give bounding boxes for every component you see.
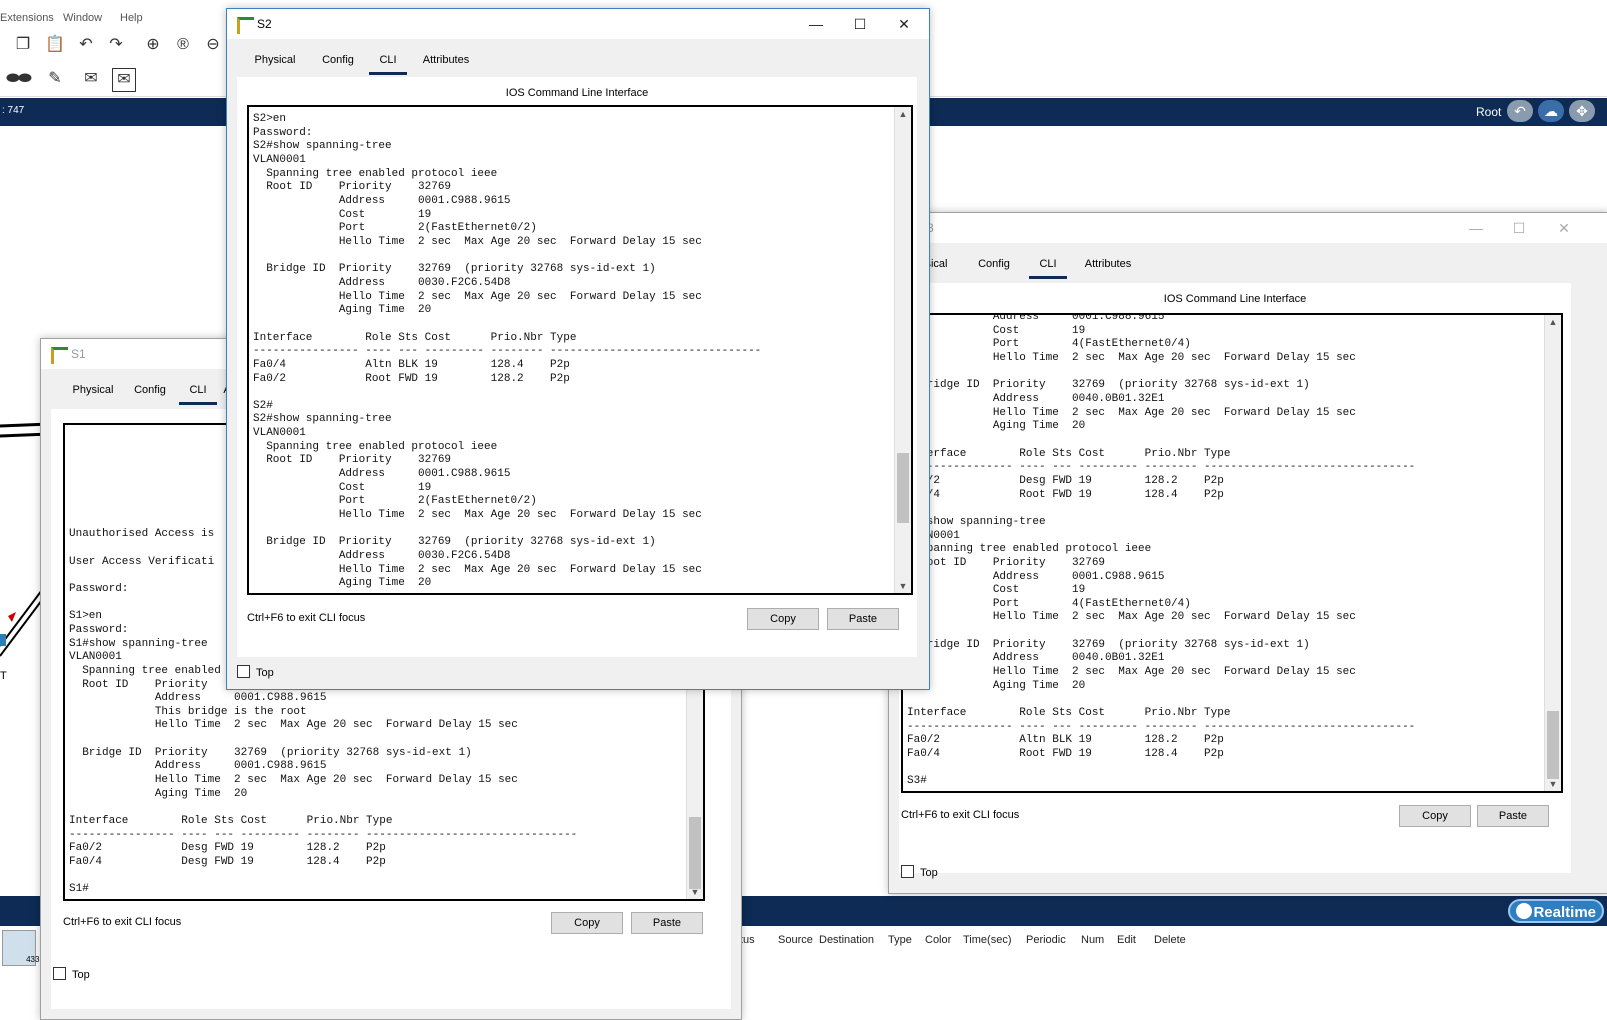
- s1-paste-button[interactable]: Paste: [631, 912, 703, 934]
- scroll-up-icon[interactable]: ▲: [1545, 315, 1561, 329]
- s2-cli-panel: IOS Command Line Interface S2>en Passwor…: [237, 77, 917, 657]
- device-count: : 747: [2, 105, 25, 116]
- s1-top-checkbox[interactable]: Top: [53, 967, 90, 981]
- scroll-down-icon[interactable]: ▼: [687, 885, 703, 899]
- mail-icon[interactable]: ✉: [80, 68, 102, 90]
- minimize-icon[interactable]: —: [801, 13, 831, 35]
- col-destination[interactable]: Destination: [819, 934, 874, 946]
- copy-icon[interactable]: ❐: [12, 34, 34, 56]
- router-4331[interactable]: 4331: [2, 930, 44, 966]
- minimize-icon[interactable]: —: [1461, 217, 1491, 239]
- col-status[interactable]: tus: [740, 934, 755, 946]
- s2-cli-terminal[interactable]: S2>en Password: S2#show spanning-tree VL…: [247, 105, 913, 595]
- s3-titlebar[interactable]: S3 — ☐ ✕: [889, 213, 1607, 243]
- maximize-icon[interactable]: ☐: [1504, 217, 1534, 239]
- tab-config[interactable]: Config: [313, 47, 363, 75]
- clock-icon: [1516, 903, 1532, 919]
- ellipse-tool-icon[interactable]: ⬬: [14, 68, 36, 90]
- s2-cli-text: S2>en Password: S2#show spanning-tree VL…: [253, 113, 762, 590]
- scroll-thumb[interactable]: [689, 817, 701, 889]
- s3-copy-button[interactable]: Copy: [1399, 805, 1471, 827]
- s3-cli-scrollbar[interactable]: ▲ ▼: [1544, 315, 1561, 791]
- col-num[interactable]: Num: [1081, 934, 1104, 946]
- scroll-thumb[interactable]: [897, 453, 909, 523]
- menu-help[interactable]: Help: [120, 12, 143, 24]
- s3-top-checkbox[interactable]: Top: [901, 865, 938, 879]
- tab-attributes[interactable]: Attributes: [413, 47, 479, 75]
- s2-window: S2 — ☐ ✕ Physical Config CLI Attributes …: [226, 8, 930, 690]
- tab-config[interactable]: Config: [969, 251, 1019, 279]
- s1-title: S1: [71, 347, 86, 361]
- maximize-icon[interactable]: ☐: [845, 13, 875, 35]
- s2-cli-scrollbar[interactable]: ▲ ▼: [894, 107, 911, 593]
- s1-cli-hint: Ctrl+F6 to exit CLI focus: [63, 916, 182, 928]
- tab-attributes[interactable]: Attributes: [1075, 251, 1141, 279]
- col-delete[interactable]: Delete: [1154, 934, 1186, 946]
- s3-cli-heading: IOS Command Line Interface: [1163, 293, 1307, 305]
- menu-extensions[interactable]: Extensions: [0, 12, 54, 24]
- close-icon[interactable]: ✕: [1549, 217, 1579, 239]
- s3-top-label: Top: [920, 867, 938, 879]
- s2-top-checkbox[interactable]: Top: [237, 665, 274, 679]
- scroll-down-icon[interactable]: ▼: [895, 579, 911, 593]
- freeform-icon[interactable]: ✎: [44, 68, 66, 90]
- scroll-down-icon[interactable]: ▼: [1545, 777, 1561, 791]
- s3-cli-text: Address 0001.C988.9615 Cost 19 Port 4(Fa…: [907, 313, 1416, 788]
- close-icon[interactable]: ✕: [889, 13, 919, 35]
- s1-top-label: Top: [72, 969, 90, 981]
- cloud-icon[interactable]: ☁: [1538, 100, 1564, 122]
- s3-window: S3 — ☐ ✕ Physical Config CLI Attributes …: [888, 212, 1607, 894]
- checkbox-box[interactable]: [53, 967, 66, 980]
- root-label: Root: [1476, 105, 1502, 119]
- s2-title: S2: [257, 17, 272, 31]
- tab-cli[interactable]: CLI: [1029, 251, 1067, 279]
- device-label-partial: T: [0, 670, 7, 682]
- switch-icon: [237, 17, 254, 34]
- s3-cli-panel: IOS Command Line Interface Address 0001.…: [899, 283, 1571, 873]
- realtime-label: Realtime: [1533, 904, 1596, 921]
- tab-config[interactable]: Config: [125, 377, 175, 405]
- s2-paste-button[interactable]: Paste: [827, 608, 899, 630]
- switch-icon: [51, 347, 68, 364]
- s2-copy-button[interactable]: Copy: [747, 608, 819, 630]
- scroll-up-icon[interactable]: ▲: [895, 107, 911, 121]
- tab-physical[interactable]: Physical: [247, 47, 303, 75]
- paste-icon[interactable]: 📋: [44, 34, 66, 56]
- move-icon[interactable]: ✥: [1569, 100, 1595, 122]
- s3-cli-hint: Ctrl+F6 to exit CLI focus: [901, 809, 1020, 821]
- s3-paste-button[interactable]: Paste: [1477, 805, 1549, 827]
- s2-titlebar[interactable]: S2 — ☐ ✕: [227, 9, 929, 39]
- scroll-thumb[interactable]: [1547, 711, 1559, 779]
- menu-window[interactable]: Window: [63, 12, 102, 24]
- undo-icon[interactable]: ↶: [75, 34, 97, 56]
- col-type[interactable]: Type: [888, 934, 912, 946]
- redo-icon[interactable]: ↷: [105, 34, 127, 56]
- s2-cli-heading: IOS Command Line Interface: [505, 87, 649, 99]
- zoom-reset-icon[interactable]: ®: [172, 34, 194, 56]
- col-time[interactable]: Time(sec): [963, 934, 1011, 946]
- open-mail-icon[interactable]: ✉: [112, 68, 136, 92]
- col-color[interactable]: Color: [925, 934, 951, 946]
- tab-cli[interactable]: CLI: [369, 47, 407, 75]
- s2-cli-hint: Ctrl+F6 to exit CLI focus: [247, 612, 366, 624]
- s2-top-label: Top: [256, 667, 274, 679]
- back-icon[interactable]: ↶: [1507, 100, 1533, 122]
- checkbox-box[interactable]: [237, 665, 250, 678]
- col-periodic[interactable]: Periodic: [1026, 934, 1066, 946]
- tab-physical[interactable]: Physical: [65, 377, 121, 405]
- checkbox-box[interactable]: [901, 865, 914, 878]
- col-edit[interactable]: Edit: [1117, 934, 1136, 946]
- tab-cli[interactable]: CLI: [179, 377, 217, 405]
- zoom-out-icon[interactable]: ⊖: [202, 34, 224, 56]
- realtime-button[interactable]: Realtime: [1508, 899, 1604, 923]
- zoom-in-icon[interactable]: ⊕: [142, 34, 164, 56]
- s3-cli-terminal[interactable]: Address 0001.C988.9615 Cost 19 Port 4(Fa…: [901, 313, 1563, 793]
- col-source[interactable]: Source: [778, 934, 813, 946]
- s1-copy-button[interactable]: Copy: [551, 912, 623, 934]
